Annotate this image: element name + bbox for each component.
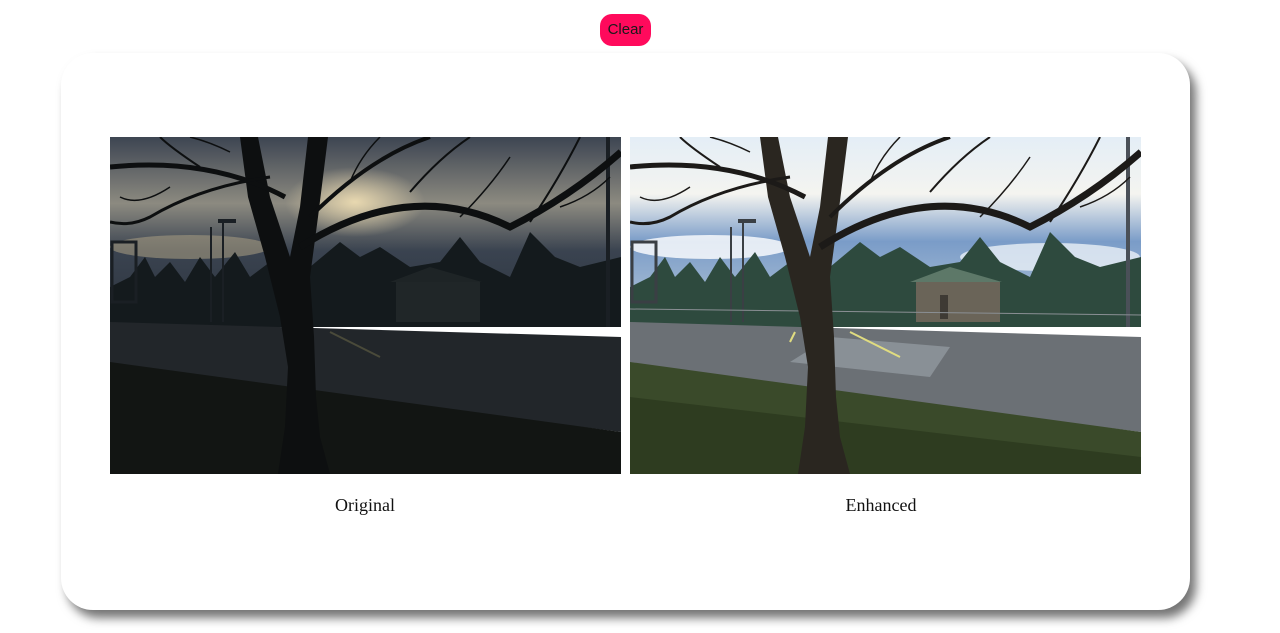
enhanced-image (630, 137, 1141, 474)
enhanced-caption: Enhanced (845, 495, 917, 515)
original-caption: Original (335, 495, 395, 515)
original-image (110, 137, 621, 474)
clear-button[interactable]: Clear (600, 14, 651, 46)
